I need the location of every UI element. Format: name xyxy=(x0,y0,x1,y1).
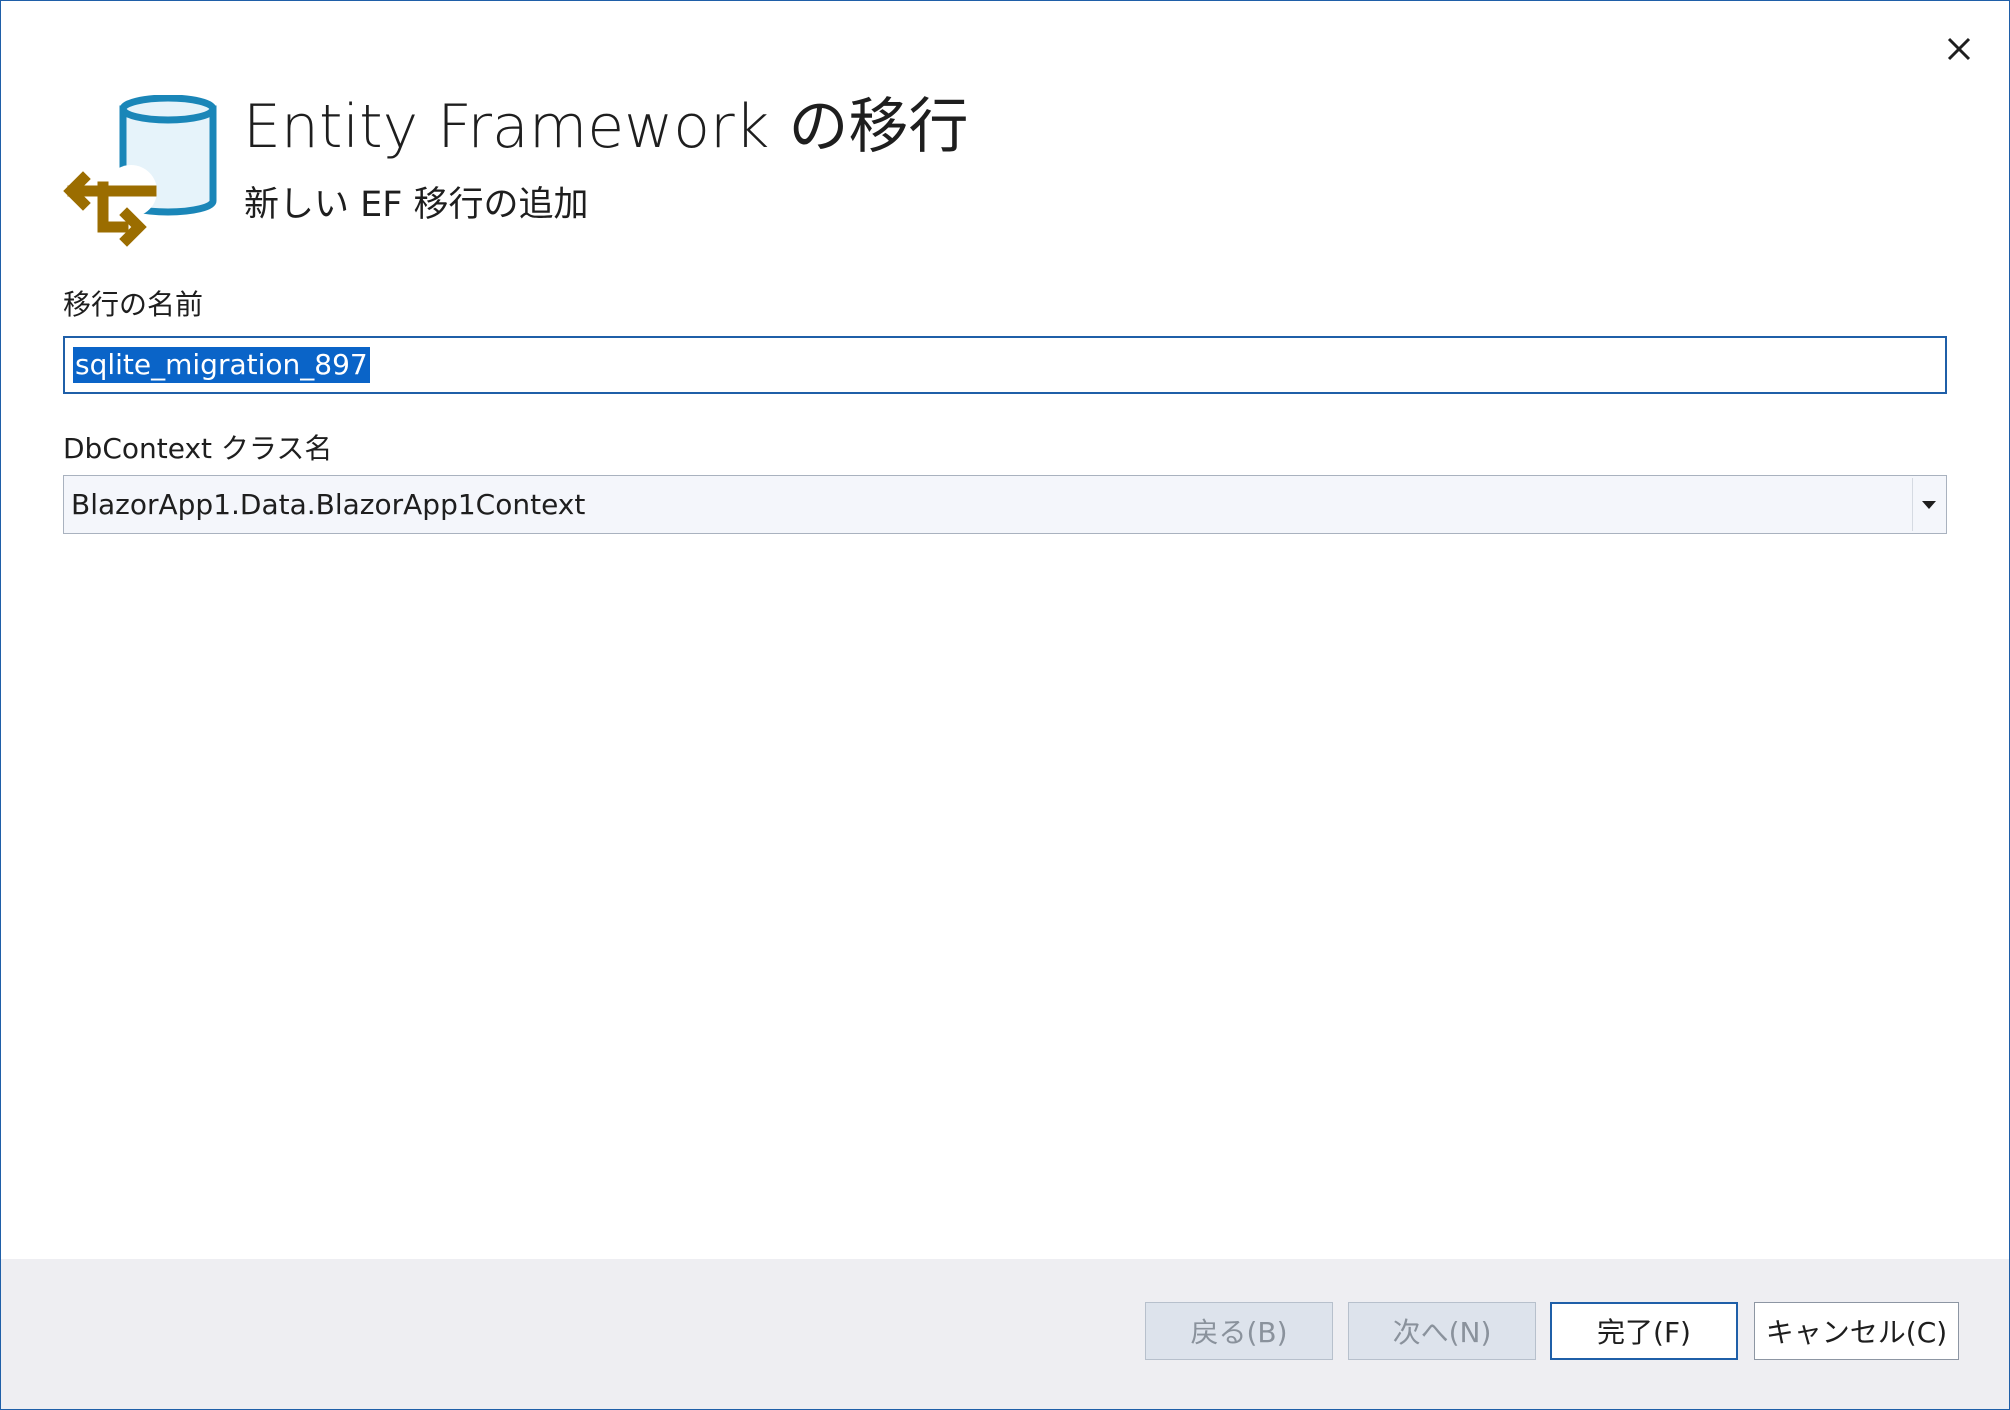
dbcontext-value: BlazorApp1.Data.BlazorApp1Context xyxy=(71,487,586,521)
migration-name-input[interactable]: sqlite_migration_897 xyxy=(63,336,1947,394)
dbcontext-select[interactable]: BlazorApp1.Data.BlazorApp1Context xyxy=(63,475,1947,534)
dialog-title: Entity Framework の移行 xyxy=(243,92,969,162)
migration-name-label: 移行の名前 xyxy=(63,288,204,321)
close-button[interactable] xyxy=(1937,27,1981,71)
cancel-button[interactable]: キャンセル(C) xyxy=(1754,1302,1959,1360)
dropdown-arrow-button[interactable] xyxy=(1912,476,1946,533)
chevron-down-icon xyxy=(1922,500,1936,509)
ef-migration-dialog: Entity Framework の移行 新しい EF 移行の追加 移行の名前 … xyxy=(0,0,2010,1410)
dialog-subtitle: 新しい EF 移行の追加 xyxy=(244,185,589,225)
finish-button[interactable]: 完了(F) xyxy=(1550,1302,1738,1360)
next-button[interactable]: 次へ(N) xyxy=(1348,1302,1536,1360)
back-button[interactable]: 戻る(B) xyxy=(1145,1302,1333,1360)
migration-name-value: sqlite_migration_897 xyxy=(73,347,370,383)
dbcontext-label: DbContext クラス名 xyxy=(63,432,333,465)
close-icon xyxy=(1947,37,1971,61)
ef-migration-logo-icon xyxy=(63,95,217,247)
